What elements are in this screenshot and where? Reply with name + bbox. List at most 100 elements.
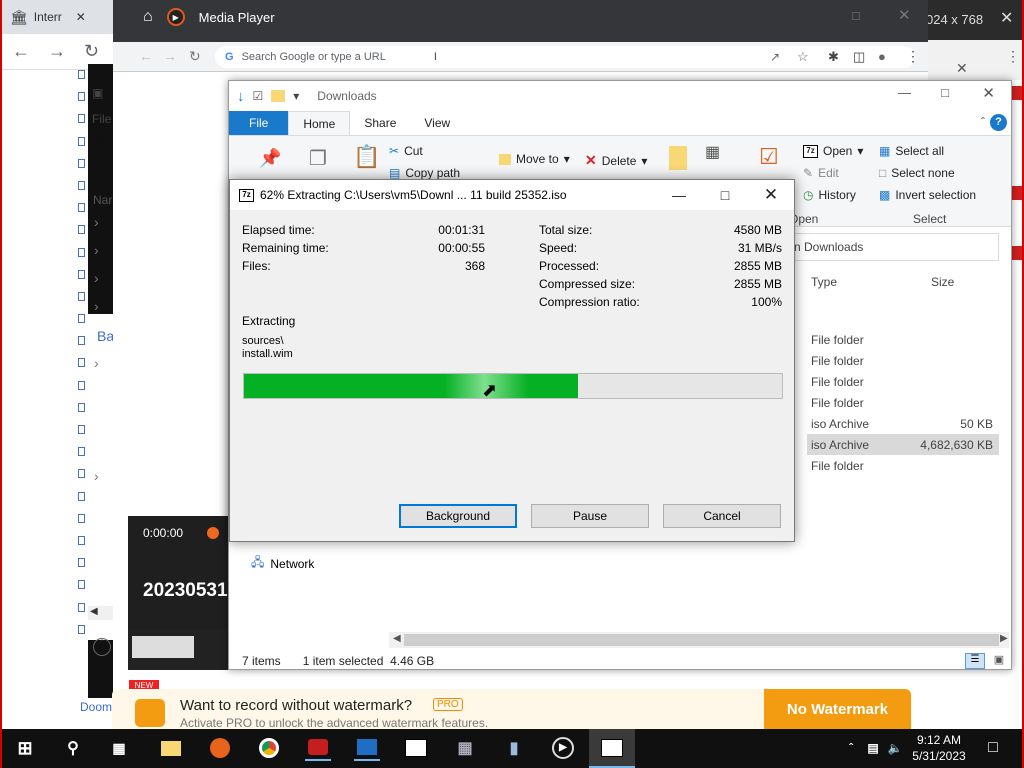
forward-arrow-icon[interactable]: → — [48, 41, 66, 62]
invert-selection-button[interactable]: ▩ Invert selection — [879, 188, 976, 202]
select-none-button[interactable]: □ Select none — [879, 166, 955, 180]
notepad-icon[interactable]: ▮ — [501, 735, 527, 761]
forward-arrow-icon[interactable]: → — [163, 48, 177, 64]
tab-file[interactable]: File — [229, 111, 289, 135]
checkbox[interactable] — [78, 114, 85, 124]
details-view-icon[interactable]: ☰ — [965, 653, 985, 669]
checkbox[interactable] — [78, 535, 85, 545]
back-arrow-icon[interactable]: ← — [12, 41, 30, 62]
share-icon[interactable]: ↗ — [770, 50, 780, 64]
thumbnail-image[interactable] — [132, 636, 194, 658]
more-menu-icon[interactable]: ⋮ — [1006, 48, 1020, 65]
pin-icon[interactable]: 📌 — [259, 148, 281, 169]
chrome-icon[interactable] — [256, 735, 282, 761]
properties-icon[interactable]: ☑ — [253, 89, 264, 103]
reload-icon[interactable]: ↻ — [84, 41, 99, 62]
file-explorer-icon[interactable] — [158, 735, 184, 761]
checkbox[interactable] — [78, 336, 85, 346]
scrollbar-thumb[interactable] — [404, 634, 999, 646]
reload-icon[interactable]: ↻ — [189, 48, 201, 65]
close-icon[interactable]: ✕ — [748, 180, 794, 210]
checkbox[interactable] — [78, 92, 85, 102]
checkbox[interactable] — [78, 314, 85, 324]
help-icon[interactable]: ? — [990, 114, 1007, 131]
bookmark-star-icon[interactable]: ☆ — [797, 49, 809, 65]
column-type[interactable]: Type — [811, 275, 837, 289]
control-panel-icon[interactable]: ▦ — [452, 735, 478, 761]
tab-home[interactable]: Home — [288, 111, 351, 135]
search-box[interactable]: n Downloads — [789, 233, 999, 261]
maximize-icon[interactable]: □ — [702, 180, 748, 210]
pause-button[interactable]: Pause — [531, 504, 649, 528]
bottom-link[interactable]: Doom — [80, 700, 112, 714]
copy-path-button[interactable]: ▤ Copy path — [389, 166, 460, 180]
list-item[interactable]: File folder — [807, 329, 999, 350]
close-icon[interactable]: ✕ — [898, 6, 911, 24]
nav-network[interactable]: 🖧 Network — [251, 553, 314, 574]
new-folder-icon[interactable] — [669, 146, 687, 170]
edit-button[interactable]: ✎ Edit — [803, 166, 839, 180]
media-player-icon[interactable] — [354, 735, 380, 761]
chevron-right-icon[interactable]: › — [94, 292, 99, 320]
7zip-active-icon[interactable]: 7z — [599, 735, 625, 761]
chevron-right-icon[interactable]: › — [94, 355, 99, 371]
close-icon[interactable]: ✕ — [1000, 8, 1013, 28]
list-item-selected[interactable]: iso Archive 4,682,630 KB — [807, 434, 999, 455]
checkbox[interactable] — [78, 513, 85, 523]
profile-icon[interactable]: ● — [878, 49, 886, 64]
task-view-icon[interactable]: ▦ — [106, 735, 132, 761]
minimize-icon[interactable]: — — [898, 85, 911, 100]
list-item[interactable]: File folder — [807, 455, 999, 476]
properties-icon[interactable]: ☑ — [759, 144, 779, 170]
select-all-button[interactable]: ▦ Select all — [879, 144, 944, 158]
tab-view[interactable]: View — [410, 111, 464, 135]
checkbox[interactable] — [78, 247, 85, 257]
taskbar-time[interactable]: 9:12 AM — [900, 733, 978, 747]
checkbox[interactable] — [78, 358, 85, 368]
checkbox[interactable] — [78, 402, 85, 412]
sidepanel-icon[interactable]: ◫ — [853, 49, 865, 65]
scroll-left-arrow-icon[interactable]: ◀ — [393, 633, 401, 644]
list-item[interactable]: File folder — [807, 371, 999, 392]
list-item[interactable]: File folder — [807, 350, 999, 371]
paste-icon[interactable]: 📋 — [353, 144, 380, 170]
checkbox[interactable] — [78, 70, 85, 79]
more-menu-icon[interactable]: ⋮ — [906, 48, 920, 65]
new-item-icon[interactable]: ▦ — [705, 142, 720, 162]
open-button[interactable]: 7z Open ▾ — [803, 144, 863, 158]
maximize-icon[interactable]: □ — [941, 85, 949, 100]
move-to-button[interactable]: Move to ▾ — [499, 152, 570, 166]
checkbox[interactable] — [78, 180, 85, 190]
omnibox[interactable]: G Search Google or type a URL I — [215, 46, 915, 68]
chevron-right-icon[interactable]: › — [94, 264, 99, 292]
taskbar-date[interactable]: 5/31/2023 — [900, 749, 978, 763]
list-item[interactable]: iso Archive 50 KB — [807, 413, 999, 434]
scroll-left-arrow-icon[interactable]: ◀ — [88, 606, 113, 620]
firefox-icon[interactable] — [207, 735, 233, 761]
checkbox[interactable] — [78, 602, 85, 612]
no-watermark-button[interactable]: No Watermark — [764, 689, 911, 729]
tab-share[interactable]: Share — [350, 111, 410, 135]
recorder-thumbnails[interactable] — [128, 630, 228, 670]
windows-start-icon[interactable]: ⊞ — [12, 735, 38, 761]
column-size[interactable]: Size — [931, 275, 954, 289]
recorder-icon[interactable] — [305, 735, 331, 761]
cut-button[interactable]: ✂ Cut — [389, 144, 423, 158]
search-icon[interactable]: ⚲ — [60, 735, 86, 761]
7zip-taskbar-icon[interactable]: 7z — [403, 735, 429, 761]
background-browser-tab[interactable]: 🏛 Interr ✕ — [10, 4, 110, 30]
cancel-button[interactable]: Cancel — [663, 504, 781, 528]
checkbox[interactable] — [78, 291, 85, 301]
checkbox[interactable] — [78, 380, 85, 390]
close-icon[interactable]: ✕ — [956, 60, 968, 77]
checkbox[interactable] — [78, 203, 85, 213]
checkbox[interactable] — [78, 225, 85, 235]
checkbox[interactable] — [78, 491, 85, 501]
minimize-icon[interactable]: — — [656, 180, 702, 210]
checkbox[interactable] — [78, 136, 85, 146]
background-button[interactable]: Background — [399, 504, 517, 528]
large-icons-view-icon[interactable]: ▣ — [989, 653, 1009, 669]
history-button[interactable]: ◷ History — [803, 188, 856, 202]
checkbox[interactable] — [78, 558, 85, 568]
scroll-right-arrow-icon[interactable]: ▶ — [1000, 633, 1008, 644]
